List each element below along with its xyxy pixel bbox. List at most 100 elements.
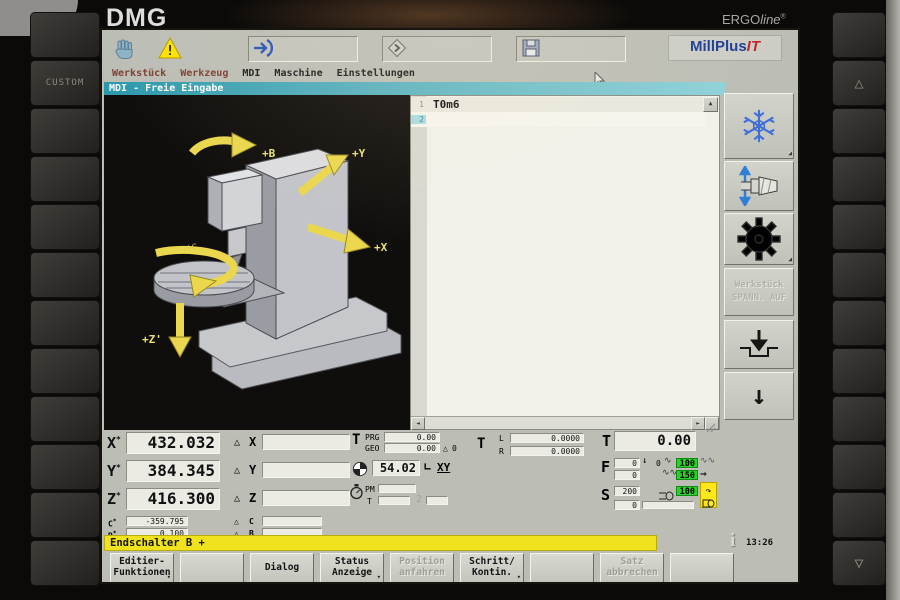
spindle-direction-indicator: ↷	[700, 482, 717, 508]
milling-cutter-softkey[interactable]: ◢	[724, 213, 794, 265]
bezel-key-left-4[interactable]	[30, 156, 100, 202]
axis-y-value: 384.345	[126, 460, 220, 482]
axis-x-value: 432.032	[126, 432, 220, 454]
save-button[interactable]	[516, 36, 626, 62]
bezel-key-left-3[interactable]	[30, 108, 100, 154]
axis-label-z: +Z'	[142, 333, 162, 346]
millplus-it-text: IT	[747, 38, 760, 55]
bezel-key-right-11[interactable]	[832, 492, 886, 538]
softkey-row: Editier- Funktionen▾ Dialog Status Anzei…	[102, 553, 800, 583]
softkey-blank-1[interactable]	[180, 553, 244, 583]
axis-minus-softkey[interactable]: ↓	[724, 372, 794, 420]
menu-einstellungen[interactable]: Einstellungen	[337, 68, 415, 79]
offset-l-label: L	[499, 434, 504, 443]
submenu-corner-mark: ◢	[788, 257, 792, 263]
coolant-softkey[interactable]: ◢	[724, 93, 794, 159]
bezel-key-left-9[interactable]	[30, 396, 100, 442]
bezel-key-left-7[interactable]	[30, 300, 100, 346]
menu-maschine[interactable]: Maschine	[274, 68, 322, 79]
bezel-key-right-9[interactable]	[832, 396, 886, 442]
resize-grip[interactable]	[705, 417, 719, 430]
submenu-corner-mark: ◢	[788, 151, 792, 157]
bezel-key-left-5[interactable]	[30, 204, 100, 250]
softkey-blank-3[interactable]	[670, 553, 734, 583]
offset-r-value: 0.0000	[510, 446, 584, 456]
hold-hand-icon[interactable]	[114, 38, 136, 60]
bezel-key-page-down[interactable]: ▽	[832, 540, 886, 586]
tool-delta-value: 0	[452, 444, 457, 453]
window-title: MDI - Freie Eingabe	[104, 82, 725, 95]
editor-line-2[interactable]: 2	[411, 112, 705, 127]
menu-mdi[interactable]: MDI	[242, 68, 260, 79]
bezel-key-left-8[interactable]	[30, 348, 100, 394]
ergoline-prefix: ERGO	[722, 12, 760, 27]
bezel-key-right-4[interactable]	[832, 156, 886, 202]
svg-text:!: !	[166, 44, 174, 59]
delta-x-value	[262, 434, 350, 450]
plane-label: XY	[437, 461, 450, 474]
millplus-text: MillPlus	[690, 38, 747, 55]
offset-r-label: R	[499, 447, 504, 456]
delta-x-mark: △	[234, 437, 240, 448]
softkey-menu-mark: ▾	[517, 572, 521, 583]
h-scrollbar[interactable]: ◄ ►	[411, 416, 719, 429]
softkey-status-anzeige[interactable]: Status Anzeige▾	[320, 553, 384, 583]
tfs-s-label: S	[601, 486, 610, 504]
axis-c-value: -359.795	[126, 516, 188, 526]
feed2-wave-icon: ∿∿	[662, 468, 677, 478]
softkey-dialog[interactable]: Dialog	[250, 553, 314, 583]
delta-c-label: C	[249, 517, 254, 526]
ergoline-suffix: line	[760, 12, 780, 27]
axis-z-label: Z*	[107, 490, 121, 508]
jump-button[interactable]	[382, 36, 492, 62]
bezel-key-right-6[interactable]	[832, 252, 886, 298]
bezel-key-left-11[interactable]	[30, 492, 100, 538]
rapid-wave-icon: ∿∿	[700, 456, 715, 466]
delta-c-mark: △	[234, 517, 239, 526]
bezel-key-left-12[interactable]	[30, 540, 100, 586]
tool-measure-softkey[interactable]	[724, 161, 794, 211]
bezel-key-custom[interactable]: CUSTOM	[30, 60, 100, 106]
softkey-blank-2[interactable]	[530, 553, 594, 583]
retract-softkey[interactable]	[724, 320, 794, 369]
scroll-right-button[interactable]: ►	[691, 417, 705, 430]
menu-werkstueck[interactable]: Werkstück	[112, 68, 166, 79]
menu-werkzeug[interactable]: Werkzeug	[180, 68, 228, 79]
delta-x-label: X	[249, 435, 256, 449]
bezel-key-left-10[interactable]	[30, 444, 100, 490]
f2-value: 0	[614, 470, 640, 480]
bezel-key-right-5[interactable]	[832, 204, 886, 250]
bezel-key-right-3[interactable]	[832, 108, 886, 154]
tool-axis-icon	[735, 166, 783, 206]
workpiece-clamp-softkey[interactable]: Werkstück SPANN. AUF	[724, 268, 794, 316]
softkey-schritt-kontin[interactable]: Schritt/ Kontin.▾	[460, 553, 524, 583]
axis-label-c: +C	[186, 243, 197, 253]
t-row-field	[378, 496, 410, 505]
snowflake-icon	[740, 107, 778, 145]
axis-label-y: +Y	[352, 147, 365, 160]
t-row-field-2	[426, 496, 448, 505]
scroll-left-button[interactable]: ◄	[411, 417, 425, 430]
bezel-key-right-8[interactable]	[832, 348, 886, 394]
bezel-key-right-7[interactable]	[832, 300, 886, 346]
editor-line-1[interactable]: 1 T0m6	[411, 97, 705, 112]
info-icon[interactable]: i	[730, 530, 735, 552]
program-line-text[interactable]: T0m6	[433, 98, 460, 111]
bezel-key-page-up[interactable]: △	[832, 60, 886, 106]
warning-icon[interactable]: !	[158, 37, 182, 59]
plane-corner-icon: ∟	[424, 460, 431, 474]
delta-c-value	[262, 516, 322, 526]
bezel-key-right-1[interactable]	[832, 12, 886, 58]
tfs-t-label: T	[602, 432, 611, 450]
bezel-key-left-6[interactable]	[30, 252, 100, 298]
millplus-logo: MillPlusIT	[668, 35, 782, 61]
block-forward-button[interactable]	[248, 36, 358, 62]
bezel-key-right-10[interactable]	[832, 444, 886, 490]
softkey-editier-funktionen[interactable]: Editier- Funktionen▾	[110, 553, 174, 583]
line-number: 2	[411, 115, 426, 124]
mdi-editor[interactable]: 1 T0m6 2 ▲ ◄ ►	[410, 95, 720, 430]
tfs-t-value: 0.00	[614, 431, 696, 451]
ergoline-logo: ERGOline®	[722, 12, 786, 27]
scroll-up-button[interactable]: ▲	[703, 97, 718, 112]
bezel-key-left-1[interactable]	[30, 12, 100, 58]
